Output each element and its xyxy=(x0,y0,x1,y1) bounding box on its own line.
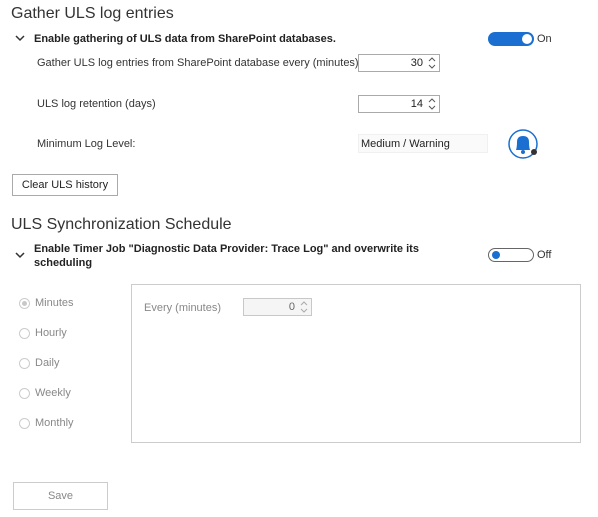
spin-arrows-icon[interactable] xyxy=(427,96,437,112)
schedule-toggle-state: Off xyxy=(537,249,552,261)
interval-value: 30 xyxy=(410,57,423,69)
schedule-toggle[interactable] xyxy=(488,248,534,262)
radio-weekly[interactable] xyxy=(19,388,30,399)
retention-value: 14 xyxy=(410,98,423,110)
spin-arrows-icon[interactable] xyxy=(299,299,309,315)
schedule-section-title: ULS Synchronization Schedule xyxy=(11,216,232,233)
radio-minutes[interactable] xyxy=(19,298,30,309)
radio-hourly[interactable] xyxy=(19,328,30,339)
radio-minutes-label: Minutes xyxy=(35,297,74,309)
min-level-label: Minimum Log Level: xyxy=(37,138,136,150)
radio-daily[interactable] xyxy=(19,358,30,369)
every-minutes-spinner[interactable]: 0 xyxy=(243,298,312,316)
toggle-knob xyxy=(492,251,500,259)
toggle-knob xyxy=(522,34,532,44)
clear-uls-history-button[interactable]: Clear ULS history xyxy=(12,174,118,196)
gather-toggle-state: On xyxy=(537,33,552,45)
save-button[interactable]: Save xyxy=(13,482,108,510)
min-level-select[interactable]: Medium / Warning xyxy=(358,134,488,153)
radio-monthly-label: Monthly xyxy=(35,417,74,429)
schedule-collapse-icon[interactable] xyxy=(15,250,25,263)
schedule-enable-label: Enable Timer Job "Diagnostic Data Provid… xyxy=(34,243,419,269)
min-level-value: Medium / Warning xyxy=(361,138,450,150)
gather-collapse-icon[interactable] xyxy=(15,33,25,46)
every-minutes-label: Every (minutes) xyxy=(144,302,222,314)
retention-label: ULS log retention (days) xyxy=(37,98,156,110)
radio-weekly-label: Weekly xyxy=(35,387,71,399)
interval-label: Gather ULS log entries from SharePoint d… xyxy=(37,57,359,69)
gather-enable-label: Enable gathering of ULS data from ShareP… xyxy=(34,33,336,45)
gather-section-title: Gather ULS log entries xyxy=(11,5,174,22)
radio-daily-label: Daily xyxy=(35,357,60,369)
every-minutes-value: 0 xyxy=(288,301,295,313)
radio-monthly[interactable] xyxy=(19,418,30,429)
retention-spinner[interactable]: 14 xyxy=(358,95,440,113)
spin-arrows-icon[interactable] xyxy=(427,55,437,71)
gather-toggle[interactable] xyxy=(488,32,534,46)
radio-hourly-label: Hourly xyxy=(35,327,67,339)
notification-bell-icon[interactable] xyxy=(507,128,541,163)
interval-spinner[interactable]: 30 xyxy=(358,54,440,72)
